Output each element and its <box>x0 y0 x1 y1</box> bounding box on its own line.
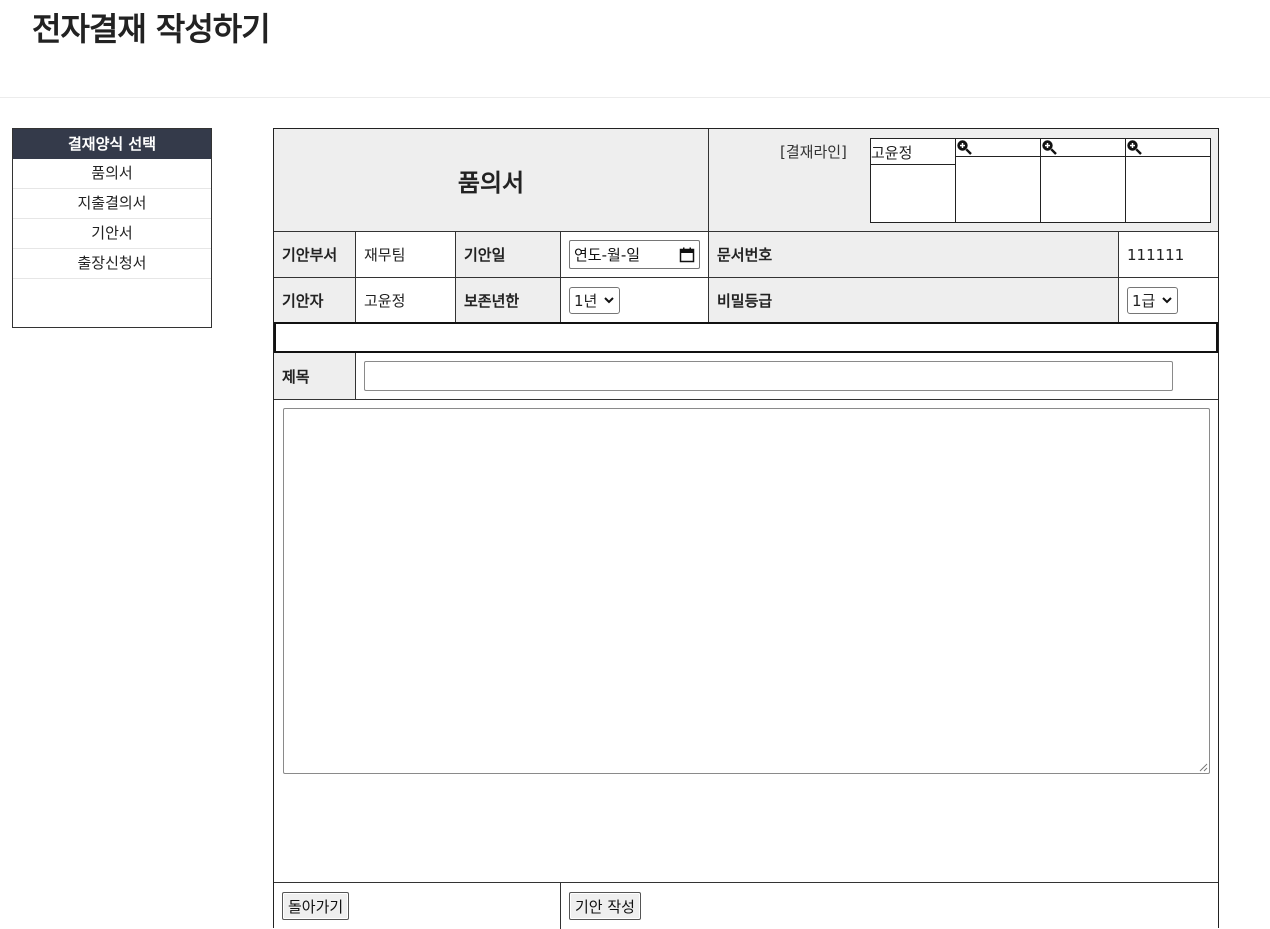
document-title: 품의서 <box>274 129 709 231</box>
sidebar-item-proposal[interactable]: 기안서 <box>13 219 211 249</box>
date-cell: 연도-월-일 <box>561 232 709 277</box>
approver-slot-head: 고윤정 <box>871 139 955 165</box>
submit-draft-button[interactable]: 기안 작성 <box>569 892 641 920</box>
back-button[interactable]: 돌아가기 <box>282 892 350 920</box>
subject-label: 제목 <box>274 353 356 399</box>
drafter-label: 기안자 <box>274 278 356 322</box>
approval-line-label: [결재라인] <box>780 143 847 161</box>
approver-slot-2 <box>955 138 1041 223</box>
subject-input[interactable] <box>364 361 1173 391</box>
approver-name: 고윤정 <box>871 144 913 162</box>
form-type-sidebar: 결재양식 선택 품의서 지출결의서 기안서 출장신청서 <box>12 128 212 328</box>
subject-row: 제목 <box>274 353 1218 400</box>
docno-value: 111111 <box>1127 245 1185 264</box>
docno-label: 문서번호 <box>709 232 1119 277</box>
chevron-down-icon <box>604 297 615 304</box>
form-header-row: 품의서 [결재라인] 고윤정 <box>274 129 1218 232</box>
draft-date-input[interactable]: 연도-월-일 <box>569 240 700 269</box>
sidebar-item-expense[interactable]: 지출결의서 <box>13 189 211 219</box>
action-row: 돌아가기 기안 작성 <box>274 883 1218 929</box>
chevron-down-icon <box>1162 297 1173 304</box>
zoom-in-icon[interactable] <box>956 139 974 155</box>
approver-slot-head <box>1126 139 1210 157</box>
retention-cell: 1년 <box>561 278 709 322</box>
dept-label: 기안부서 <box>274 232 356 277</box>
retention-select[interactable]: 1년 <box>569 286 621 314</box>
info-row-2: 기안자 고윤정 보존년한 1년 비밀등급 1급 <box>274 278 1218 323</box>
submit-cell: 기안 작성 <box>561 883 1218 929</box>
dept-value: 재무팀 <box>356 232 456 277</box>
page-title: 전자결재 작성하기 <box>32 10 271 48</box>
back-cell: 돌아가기 <box>274 883 561 929</box>
approver-slot-head <box>956 139 1040 157</box>
date-label: 기안일 <box>456 232 561 277</box>
approver-slot-3 <box>1040 138 1126 223</box>
security-label: 비밀등급 <box>709 278 1119 322</box>
sidebar-item-business-trip[interactable]: 출장신청서 <box>13 249 211 279</box>
approver-slot-head <box>1041 139 1125 157</box>
resize-grip-icon[interactable] <box>1198 762 1208 772</box>
retention-selected: 1년 <box>574 291 598 310</box>
security-select[interactable]: 1급 <box>1127 286 1179 314</box>
calendar-icon[interactable] <box>679 247 695 263</box>
approval-line-area: [결재라인] 고윤정 <box>709 129 1218 231</box>
retention-label: 보존년한 <box>456 278 561 322</box>
zoom-in-icon[interactable] <box>1126 139 1144 155</box>
zoom-in-icon[interactable] <box>1041 139 1059 155</box>
info-row-1: 기안부서 재무팀 기안일 연도-월-일 문서번호 111111 <box>274 232 1218 278</box>
approval-form: 품의서 [결재라인] 고윤정 기안부서 재무팀 기안일 연도-월-일 문서번호 … <box>273 128 1219 929</box>
approver-slot-1: 고윤정 <box>870 138 956 223</box>
security-selected: 1급 <box>1132 291 1156 310</box>
approver-slot-4 <box>1125 138 1211 223</box>
content-row <box>274 400 1218 883</box>
sidebar-item-pumui[interactable]: 품의서 <box>13 159 211 189</box>
drafter-value: 고윤정 <box>356 278 456 322</box>
security-cell: 1급 <box>1119 278 1218 322</box>
content-textarea[interactable] <box>283 408 1210 774</box>
sidebar-header: 결재양식 선택 <box>13 129 211 159</box>
header-divider <box>0 97 1270 98</box>
date-placeholder: 연도-월-일 <box>574 246 641 264</box>
spacer-row <box>274 322 1218 353</box>
